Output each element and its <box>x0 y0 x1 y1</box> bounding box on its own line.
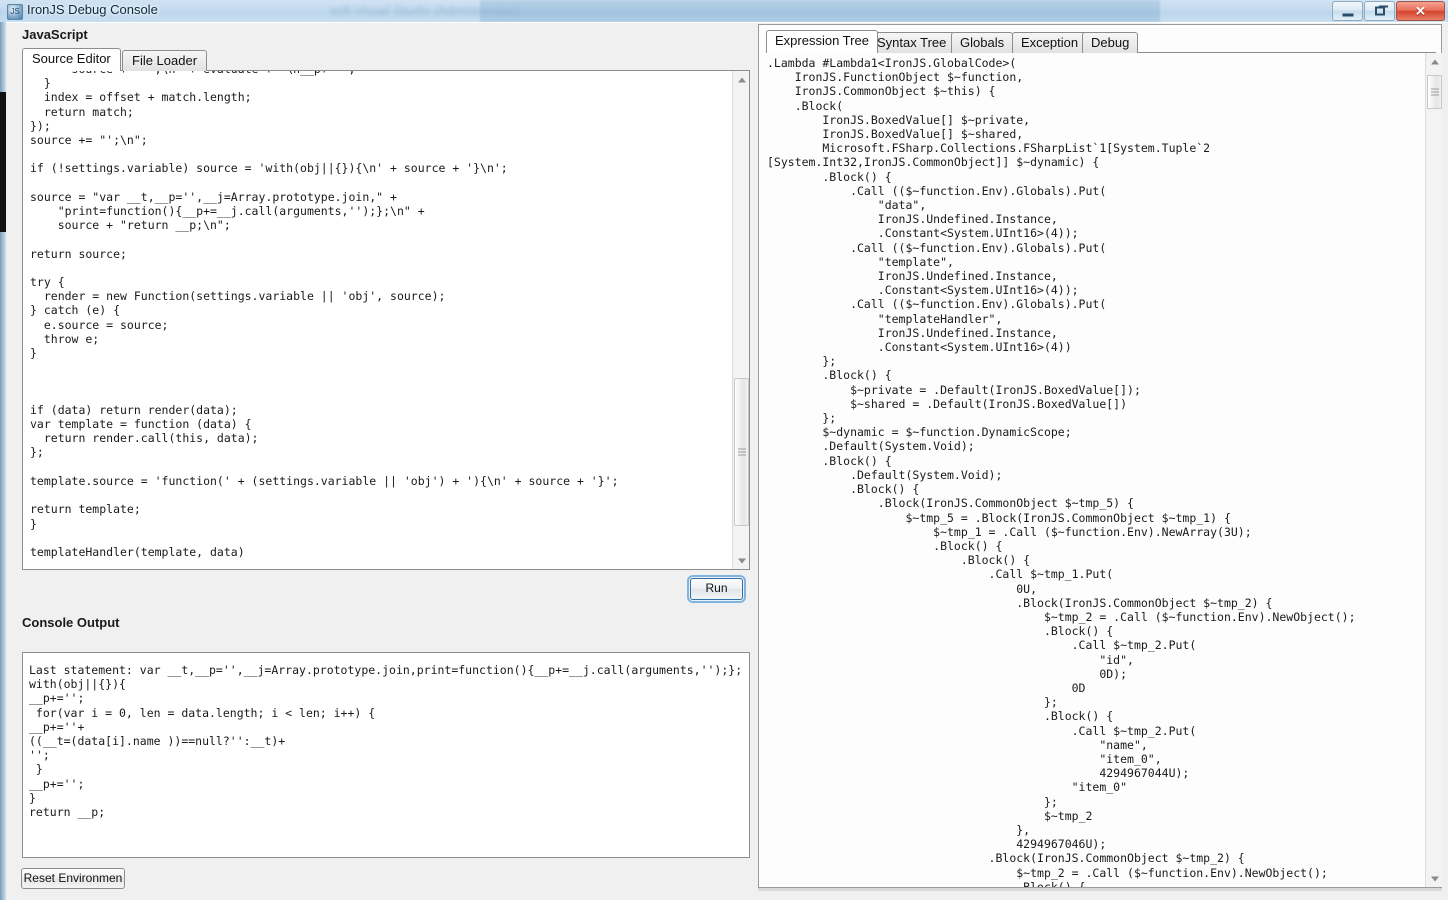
expression-tree-scroll-thumb[interactable] <box>1427 75 1442 109</box>
tab-debug[interactable]: Debug <box>1082 32 1139 53</box>
console-output-panel[interactable]: Last statement: var __t,__p='',__j=Array… <box>22 652 750 858</box>
expression-tree-view[interactable]: .Lambda #Lambda1<IronJS.GlobalCode>( Iro… <box>760 53 1442 887</box>
window-title: IronJS Debug Console <box>27 2 158 17</box>
javascript-section-label: JavaScript <box>22 27 88 42</box>
tab-globals[interactable]: Globals <box>951 32 1014 53</box>
run-button[interactable]: Run <box>687 575 746 603</box>
expression-tree-text: .Lambda #Lambda1<IronJS.GlobalCode>( Iro… <box>767 56 1356 887</box>
tab-source-editor[interactable]: Source Editor <box>22 48 121 71</box>
scroll-down-icon[interactable] <box>1426 870 1442 887</box>
window-left-edge-dark-segment <box>0 92 6 232</box>
debug-views-panel: Expression Tree Syntax Tree Globals Exce… <box>758 24 1442 888</box>
source-editor-panel[interactable]: source += "';\n' + evaluate + '\n__p+='"… <box>22 70 750 570</box>
expression-tree-scrollbar[interactable] <box>1425 53 1442 887</box>
tab-exception[interactable]: Exception <box>1012 32 1088 53</box>
reset-environment-button[interactable]: Reset Environmen <box>21 868 125 889</box>
window-titlebar: JS IronJS Debug Console soft Visual Stud… <box>0 0 1448 23</box>
tab-file-loader[interactable]: File Loader <box>122 50 208 71</box>
panel-bottom-edge <box>758 888 1442 891</box>
minimize-button[interactable] <box>1332 1 1363 21</box>
app-icon: JS <box>7 4 23 20</box>
minimize-icon <box>1342 13 1353 17</box>
restore-button[interactable] <box>1364 1 1395 21</box>
tab-syntax-tree[interactable]: Syntax Tree <box>868 32 956 53</box>
ironjs-debug-console-window: JS IronJS Debug Console soft Visual Stud… <box>0 0 1448 900</box>
background-window-title: soft Visual Studio (Administrator) <box>330 3 520 18</box>
tab-expression-tree[interactable]: Expression Tree <box>766 30 878 53</box>
source-editor-scrollbar[interactable] <box>732 71 749 569</box>
close-icon: ✕ <box>1415 3 1426 19</box>
scroll-down-icon[interactable] <box>733 552 749 569</box>
titlebar-glass <box>0 0 1448 22</box>
console-output-label: Console Output <box>22 615 120 630</box>
close-button[interactable]: ✕ <box>1396 1 1445 21</box>
source-tabstrip: Source Editor File Loader <box>22 48 750 71</box>
scroll-up-icon[interactable] <box>1426 53 1442 70</box>
window-controls: ✕ <box>1332 1 1445 21</box>
source-editor-text[interactable]: source += "';\n' + evaluate + '\n__p+='"… <box>30 71 730 559</box>
console-output-text: Last statement: var __t,__p='',__j=Array… <box>29 663 743 820</box>
scroll-up-icon[interactable] <box>733 71 749 88</box>
restore-icon <box>1374 5 1388 16</box>
source-editor-scroll-thumb[interactable] <box>734 378 749 526</box>
